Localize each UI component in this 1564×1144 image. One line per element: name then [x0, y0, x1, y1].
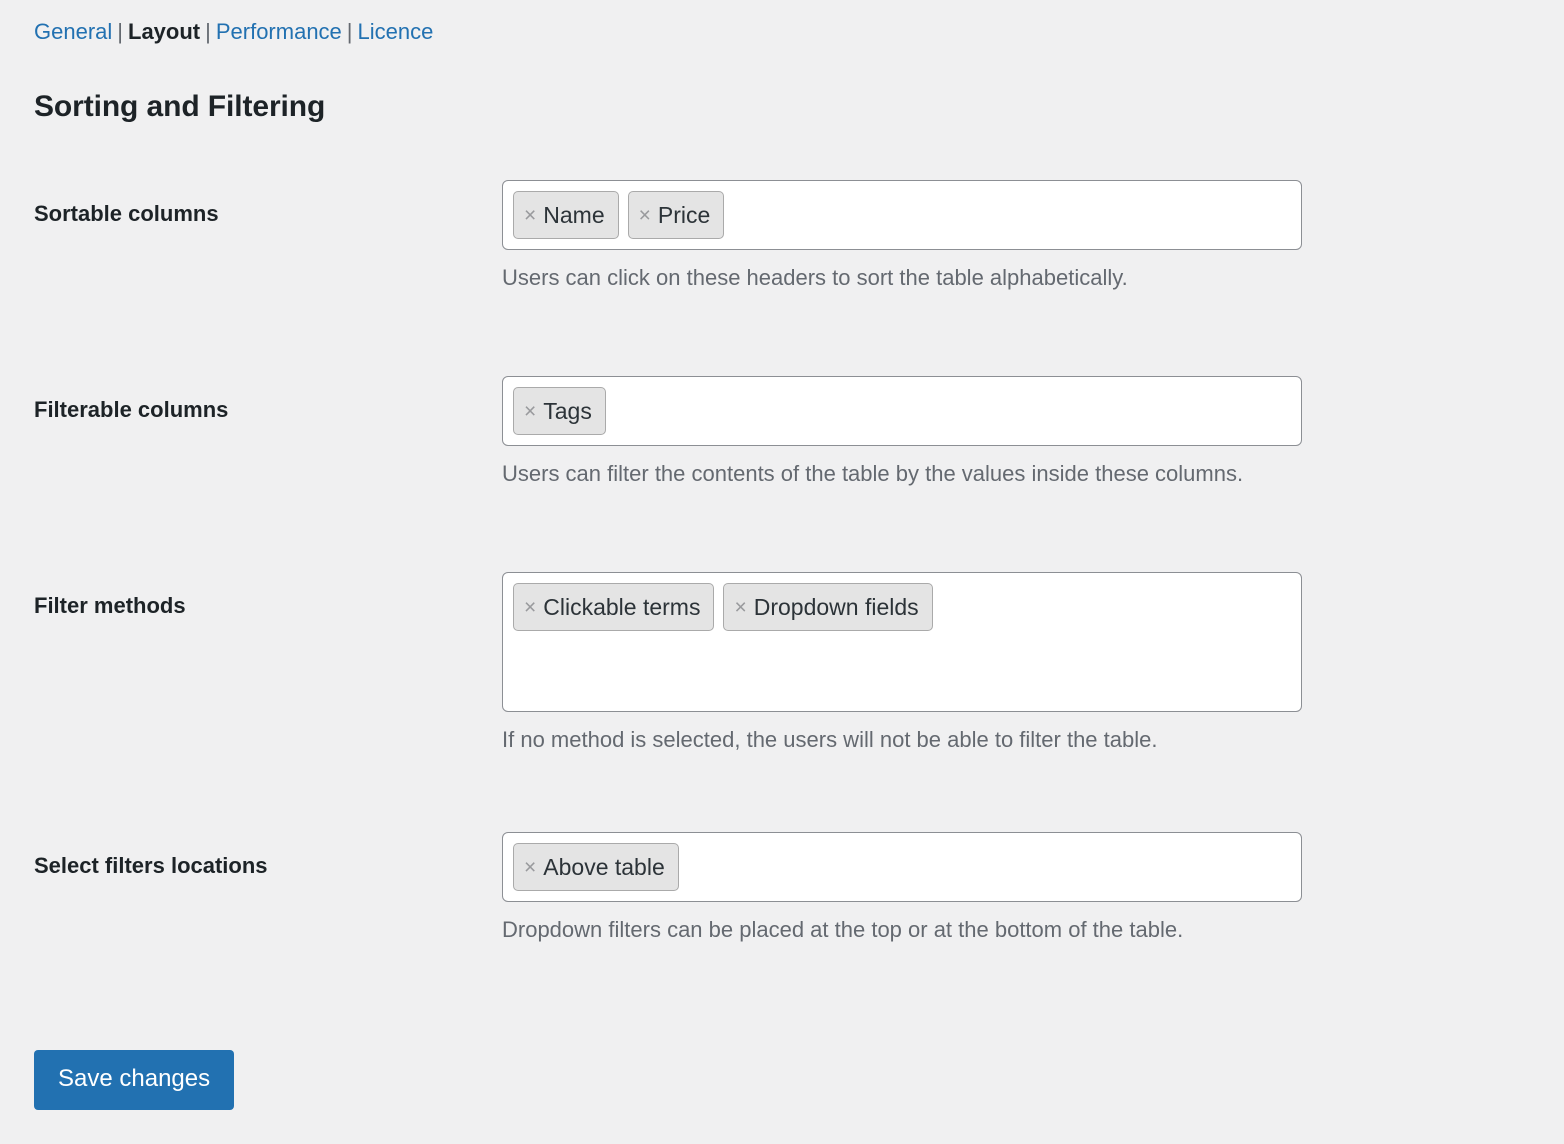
selected-token[interactable]: × Price — [627, 191, 725, 239]
save-changes-button[interactable]: Save changes — [34, 1050, 235, 1110]
selected-token[interactable]: × Above table — [513, 843, 679, 891]
token-label: Name — [543, 202, 605, 228]
nav-separator: | — [346, 19, 353, 44]
multiselect-input[interactable]: × Tags — [502, 376, 1302, 446]
field-container: × Above table Dropdown filters can be plac… — [502, 832, 1302, 944]
field-help-text: Dropdown filters can be placed at the to… — [502, 917, 1184, 942]
multiselect-input[interactable]: × Clickable terms × Dropdown fields — [502, 572, 1302, 712]
field-container: × Tags Users can filter the contents of th… — [502, 376, 1302, 488]
selected-token[interactable]: × Tags — [513, 387, 606, 435]
token-label: Above table — [543, 854, 665, 880]
token-label: Clickable terms — [543, 594, 701, 620]
selected-token[interactable]: × Clickable terms — [513, 583, 715, 631]
nav-item-layout[interactable]: Layout — [128, 19, 200, 44]
settings-page: General | Layout | Performance | Licence Sorti… — [0, 0, 1564, 1144]
selected-token[interactable]: × Dropdown fields — [723, 583, 933, 631]
nav-item-performance[interactable]: Performance — [216, 19, 342, 44]
field-label: Filterable columns — [34, 397, 229, 422]
nav-item-licence[interactable]: Licence — [358, 19, 434, 44]
multiselect-input[interactable]: × Name × Price — [502, 180, 1302, 250]
field-label: Filter methods — [34, 593, 186, 618]
field-help-text: If no method is selected, the users will… — [502, 727, 1158, 752]
field-help-text: Users can filter the contents of the tab… — [502, 461, 1244, 486]
nav-separator: | — [117, 19, 123, 44]
remove-token-icon[interactable]: × — [639, 205, 651, 226]
remove-token-icon[interactable]: × — [734, 597, 746, 618]
settings-subnav: General | Layout | Performance | Licence — [34, 18, 433, 46]
remove-token-icon[interactable]: × — [524, 205, 536, 226]
token-label: Price — [657, 202, 711, 228]
token-label: Tags — [543, 398, 592, 424]
token-label: Dropdown fields — [753, 594, 919, 620]
field-label: Select filters locations — [34, 853, 268, 878]
selected-token[interactable]: × Name — [513, 191, 619, 239]
field-help-text: Users can click on these headers to sort… — [502, 265, 1128, 290]
field-label: Sortable columns — [34, 201, 219, 226]
remove-token-icon[interactable]: × — [524, 597, 536, 618]
remove-token-icon[interactable]: × — [524, 401, 536, 422]
nav-separator: | — [205, 19, 211, 44]
multiselect-input[interactable]: × Above table — [502, 832, 1302, 902]
page-title: Sorting and Filtering — [34, 90, 326, 123]
field-container: × Clickable terms × Dropdown fields If no me… — [502, 572, 1302, 754]
field-container: × Name × Price Users can click on these head… — [502, 180, 1302, 292]
nav-item-general[interactable]: General — [34, 19, 112, 44]
remove-token-icon[interactable]: × — [524, 857, 536, 878]
